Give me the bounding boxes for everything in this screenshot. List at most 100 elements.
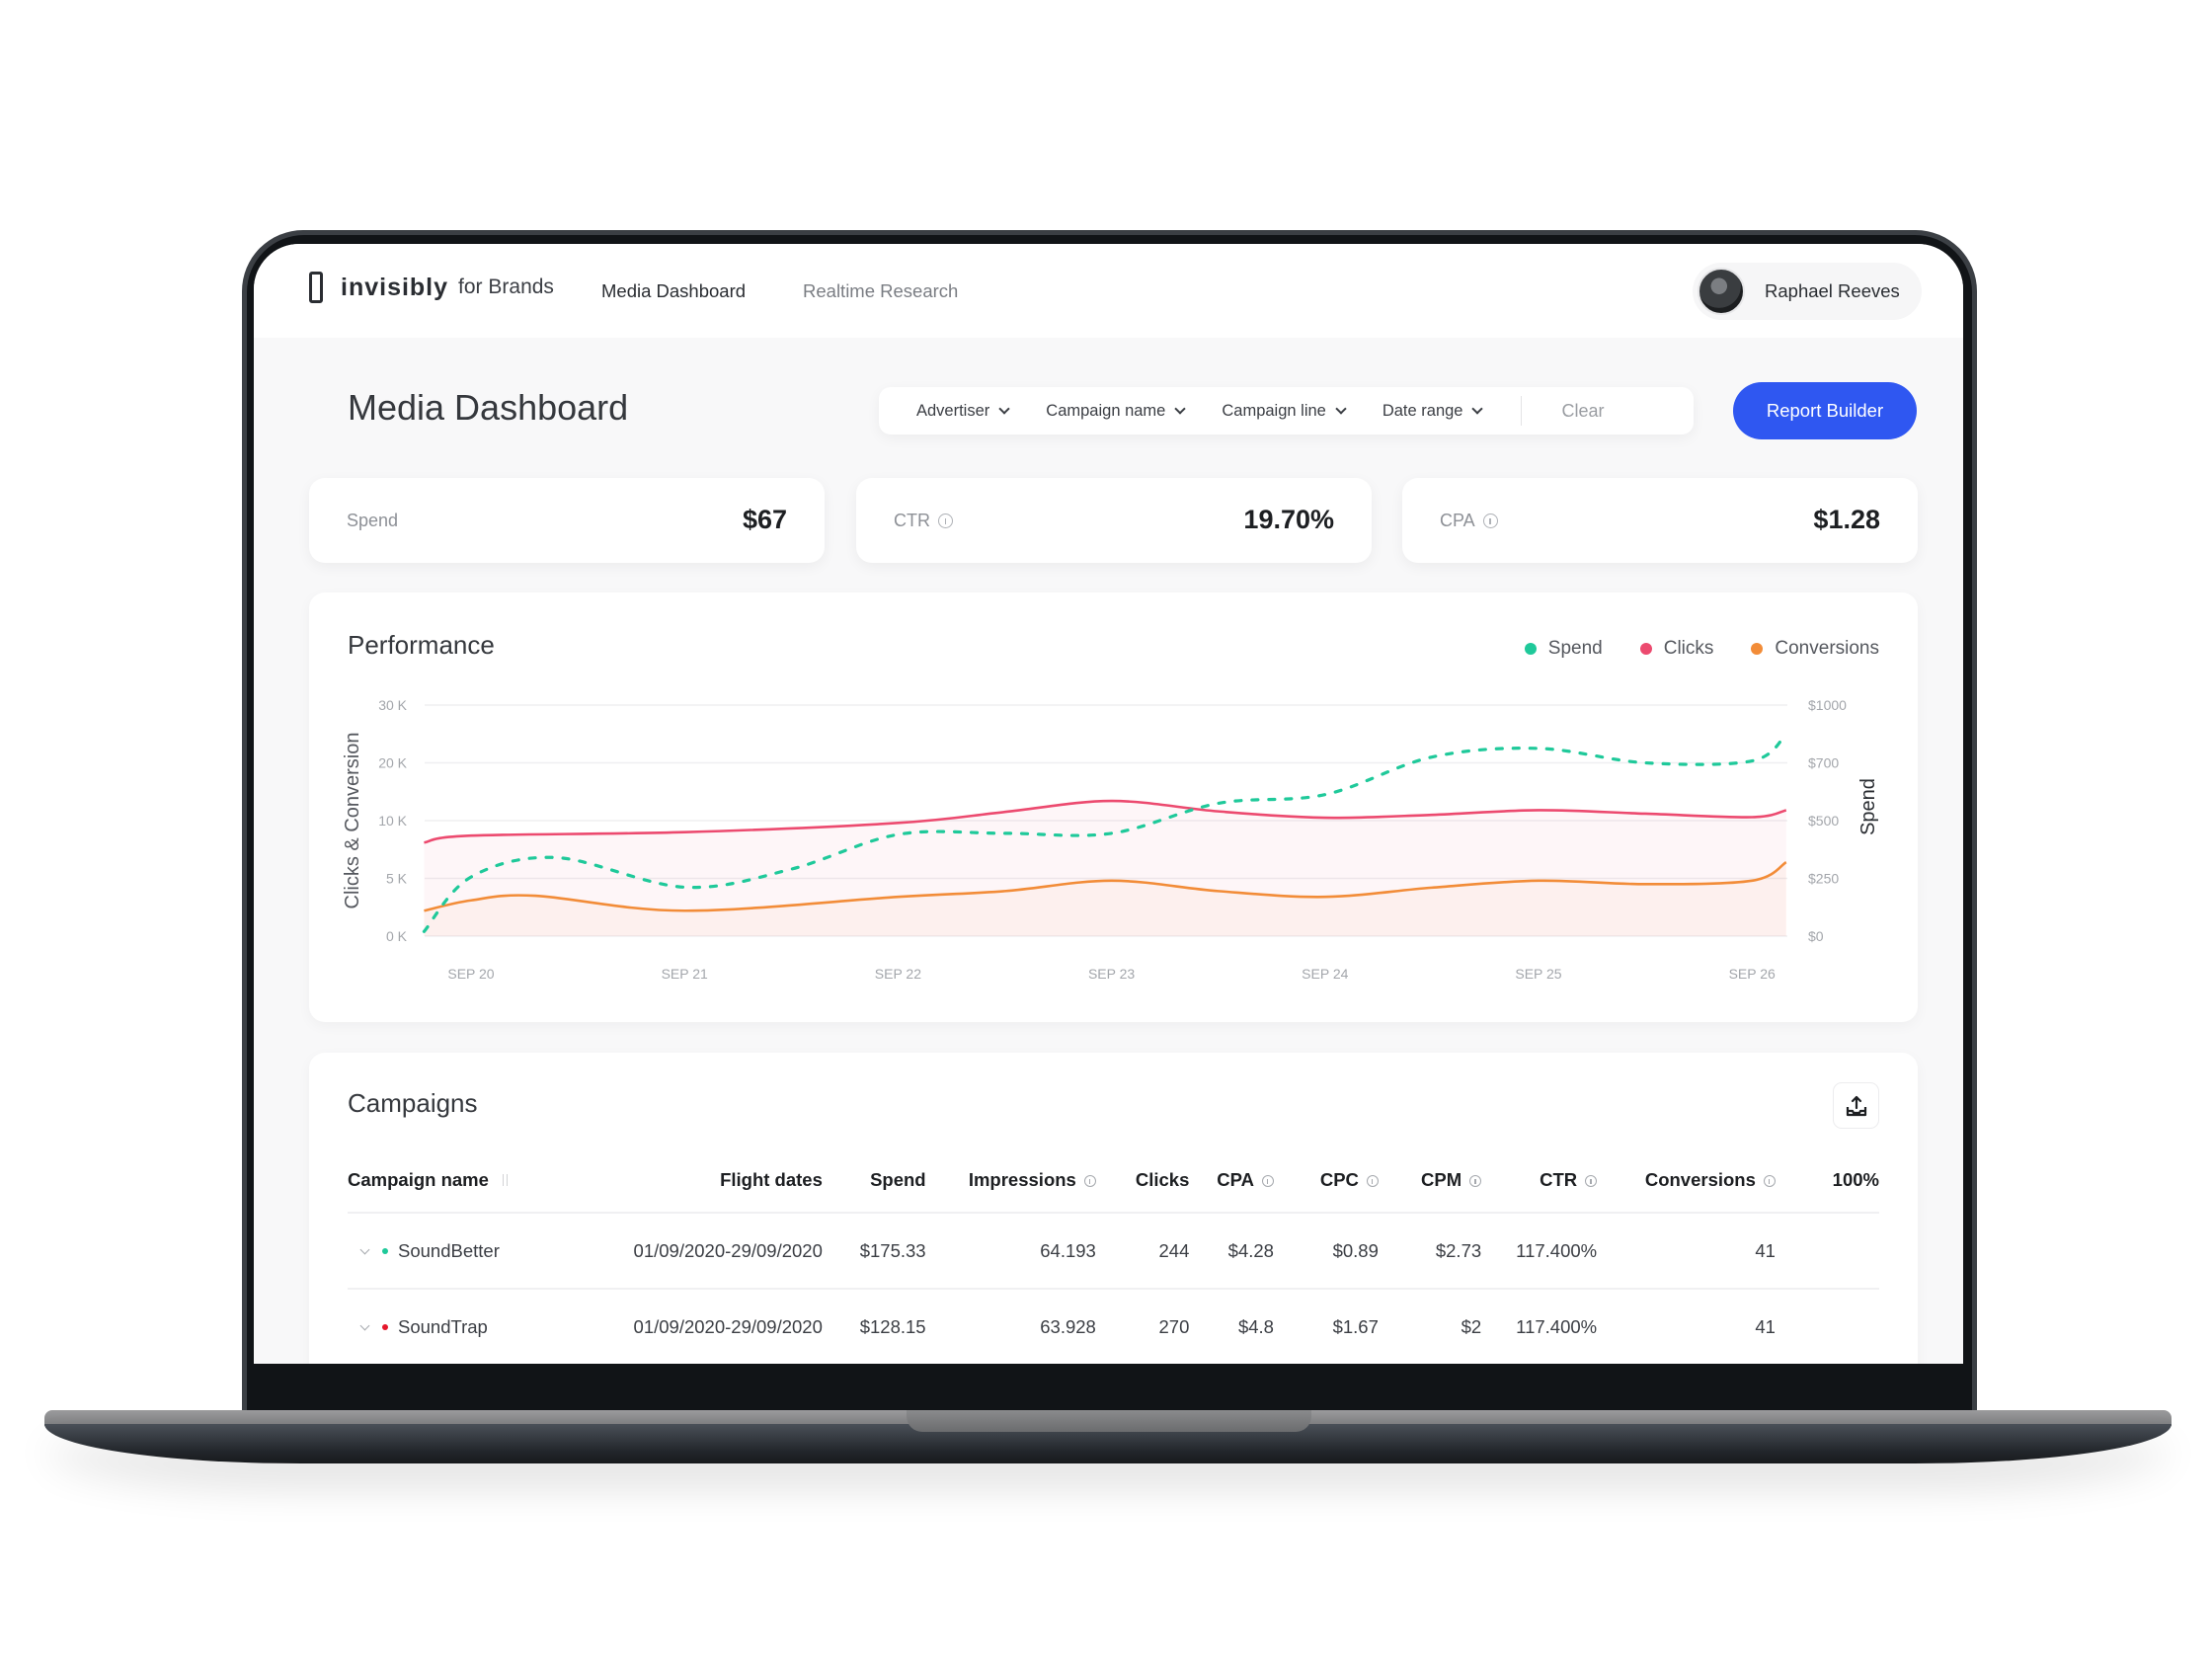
campaign-name[interactable]: SoundTrap (398, 1316, 488, 1337)
column-label: Spend (870, 1168, 926, 1190)
table-row[interactable]: SoundBetter 01/09/2020-29/09/2020 $175.3… (348, 1212, 1879, 1289)
column-header-campaign-name[interactable]: Campaign name (348, 1147, 508, 1213)
cell-impressions: 63.928 (925, 1288, 1096, 1364)
invisibly-logo-icon (309, 272, 323, 303)
legend-item-clicks[interactable]: Clicks (1639, 638, 1714, 660)
export-icon (1846, 1095, 1866, 1116)
clear-filters-button[interactable]: Clear (1561, 401, 1604, 422)
kpi-label-text: Spend (347, 511, 399, 530)
logo-subtitle: for Brands (458, 276, 554, 298)
kpi-label-text: CPA (1440, 511, 1475, 530)
nav-media-dashboard[interactable]: Media Dashboard (601, 280, 746, 302)
filter-date-range[interactable]: Date range (1382, 402, 1484, 421)
chevron-down-icon (998, 402, 1010, 415)
y-tick-label: 0 K (386, 928, 408, 944)
kpi-value: $1.28 (1813, 505, 1880, 534)
performance-title: Performance (348, 630, 495, 660)
column-header-cpa[interactable]: CPA (1189, 1147, 1274, 1213)
cell-ctr: 117.400% (1481, 1212, 1598, 1289)
column-header-cpm[interactable]: CPM (1379, 1147, 1482, 1213)
filter-campaign-name[interactable]: Campaign name (1046, 402, 1187, 421)
page-title: Media Dashboard (348, 387, 629, 428)
nav-realtime-research[interactable]: Realtime Research (803, 280, 958, 302)
column-header-conversions[interactable]: Conversions (1597, 1147, 1776, 1213)
cell-cpm: $2 (1378, 1288, 1482, 1364)
user-menu[interactable]: Raphael Reeves (1693, 263, 1922, 320)
report-builder-button[interactable]: Report Builder (1733, 382, 1917, 439)
export-button[interactable] (1833, 1082, 1879, 1129)
column-label: 100% (1832, 1168, 1879, 1190)
user-name: Raphael Reeves (1765, 280, 1900, 301)
column-header-percent[interactable]: 100% (1776, 1147, 1879, 1213)
expand-chevron-icon[interactable] (359, 1320, 370, 1330)
filter-bar: Advertiser Campaign name Campaign line D… (879, 387, 1694, 434)
column-header-spend[interactable]: Spend (823, 1147, 926, 1213)
x-tick-label: SEP 24 (1302, 966, 1348, 982)
table-row[interactable]: SoundTrap 01/09/2020-29/09/2020 $128.15 … (348, 1288, 1879, 1364)
cell-percent (1775, 1212, 1879, 1289)
chevron-down-icon (1174, 402, 1187, 415)
column-header-cpc[interactable]: CPC (1274, 1147, 1379, 1213)
chevron-down-icon (1335, 402, 1347, 415)
table-header-row: Campaign name Flight dates Spend Impress… (348, 1147, 1879, 1213)
brand-logo[interactable]: invisibly for Brands (309, 272, 554, 303)
info-icon[interactable] (938, 514, 953, 528)
cell-ctr: 117.400% (1481, 1288, 1598, 1364)
x-tick-label: SEP 26 (1729, 966, 1776, 982)
cell-cpc: $1.67 (1273, 1288, 1379, 1364)
column-header-impressions[interactable]: Impressions (926, 1147, 1096, 1213)
cell-spend: $175.33 (822, 1212, 926, 1289)
kpi-label: CTR (894, 511, 953, 531)
column-header-flight-dates[interactable]: Flight dates (508, 1147, 823, 1213)
info-icon[interactable] (1482, 514, 1498, 528)
info-icon[interactable] (1083, 1174, 1096, 1187)
column-label: CPA (1217, 1168, 1254, 1190)
column-resize-handle-icon[interactable] (502, 1173, 508, 1186)
kpi-card-ctr: CTR 19.70% (856, 478, 1372, 563)
cell-clicks: 244 (1095, 1212, 1190, 1289)
legend-label: Clicks (1663, 638, 1714, 659)
kpi-card-cpa: CPA $1.28 (1402, 478, 1918, 563)
filter-advertiser[interactable]: Advertiser (916, 401, 1010, 421)
kpi-label-text: CTR (894, 511, 930, 530)
legend-dot-icon (1524, 643, 1537, 655)
legend-item-spend[interactable]: Spend (1524, 638, 1603, 660)
y2-tick-label: $500 (1808, 813, 1839, 829)
campaigns-table: Campaign name Flight dates Spend Impress… (348, 1147, 1879, 1364)
column-header-clicks[interactable]: Clicks (1096, 1147, 1190, 1213)
filter-label: Advertiser (916, 401, 990, 420)
x-tick-label: SEP 20 (447, 966, 494, 982)
column-label: CPM (1421, 1168, 1462, 1190)
y-tick-label: 20 K (378, 755, 407, 771)
info-icon[interactable] (1763, 1174, 1776, 1187)
campaigns-card: Campaigns Campaign name Flight dates Spe… (309, 1053, 1918, 1364)
y2-axis-title: Spend (1857, 778, 1879, 835)
filter-campaign-line[interactable]: Campaign line (1222, 401, 1347, 421)
cell-flight-dates: 01/09/2020-29/09/2020 (507, 1288, 823, 1364)
x-tick-label: SEP 21 (662, 966, 708, 982)
status-dot-icon (382, 1323, 388, 1330)
filter-label: Campaign line (1222, 401, 1326, 420)
campaigns-title: Campaigns (348, 1088, 478, 1118)
filter-divider (1521, 396, 1523, 426)
performance-card: 0 K $0 5 K $250 10 K $500 20 K $700 30 K $1000 SEP… (309, 592, 1918, 1022)
info-icon[interactable] (1469, 1174, 1482, 1187)
cell-flight-dates: 01/09/2020-29/09/2020 (507, 1212, 823, 1289)
legend-item-conversions[interactable]: Conversions (1751, 638, 1879, 660)
y2-tick-label: $1000 (1808, 697, 1847, 713)
info-icon[interactable] (1261, 1174, 1274, 1187)
expand-chevron-icon[interactable] (359, 1244, 370, 1254)
cell-clicks: 270 (1095, 1288, 1190, 1364)
logo-wordmark: invisibly (341, 273, 449, 301)
cell-percent (1775, 1288, 1879, 1364)
x-tick-label: SEP 23 (1088, 966, 1135, 982)
campaign-name[interactable]: SoundBetter (398, 1240, 500, 1261)
column-header-ctr[interactable]: CTR (1481, 1147, 1598, 1213)
info-icon[interactable] (1366, 1174, 1379, 1187)
info-icon[interactable] (1585, 1174, 1598, 1187)
column-label: Clicks (1135, 1168, 1190, 1190)
cell-conversions: 41 (1597, 1288, 1776, 1364)
cell-cpc: $0.89 (1273, 1212, 1379, 1289)
column-label: Conversions (1644, 1168, 1756, 1190)
app-screen: invisibly for Brands Media Dashboard Rea… (254, 244, 1963, 1364)
